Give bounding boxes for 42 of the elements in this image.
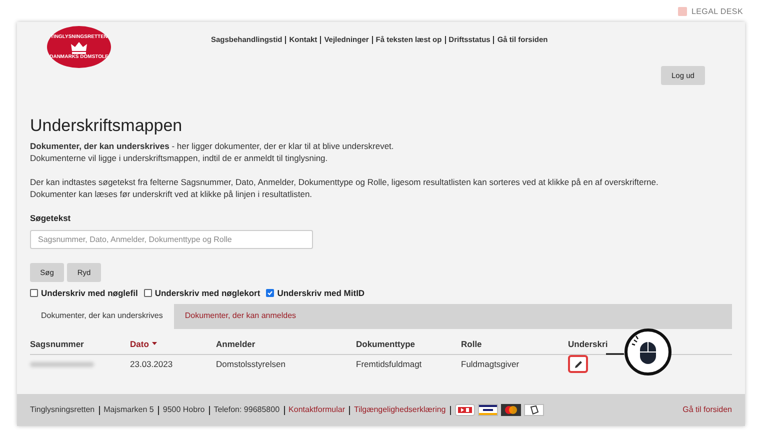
brand-name: LEGAL DESK (691, 6, 743, 18)
table-cell: Domstolsstyrelsen (216, 358, 286, 369)
brand-logo-icon (678, 7, 688, 16)
footer-text: Majsmarken 5 (104, 404, 154, 416)
table-cell: 23.03.2023 (130, 358, 173, 369)
column-header[interactable]: Dato (130, 338, 157, 350)
tab[interactable]: Dokumenter, der kan anmeldes (174, 304, 308, 328)
footer-link[interactable]: Kontaktformular (288, 404, 345, 416)
info-text: Dokumenter, der kan underskrives - her ligger dokumenter, der er klar til at blive underskrevet. (30, 140, 395, 152)
payment-card-icon (454, 404, 475, 416)
column-header[interactable]: Rolle (461, 338, 482, 348)
payment-card-icon (478, 404, 498, 416)
footer-text: Tinglysningsretten (30, 404, 95, 416)
info-text: Dokumenter kan læses før underskrift ved at klikke på linjen i resultatlisten. (30, 188, 314, 200)
footer-link[interactable]: Tilgængelighedserklæring (354, 404, 446, 416)
sign-button[interactable] (568, 355, 588, 374)
tab[interactable]: Dokumenter, der kan underskrives (30, 304, 174, 328)
column-header[interactable]: Anmelder (216, 338, 256, 348)
checkbox-label: Underskriv med nøglekort (154, 286, 260, 300)
checkbox-label: Underskriv med nøglefil (41, 286, 138, 300)
column-header[interactable]: Dokumenttype (356, 338, 416, 348)
column-header[interactable]: Sagsnummer (30, 338, 84, 348)
payment-card-icon (500, 404, 521, 416)
column-header[interactable]: Underskri (568, 338, 608, 348)
checkbox[interactable] (30, 289, 38, 298)
checkbox[interactable] (266, 289, 274, 298)
table-cell: Fremtidsfuldmagt (356, 358, 422, 369)
checkbox[interactable] (144, 289, 152, 298)
sort-caret-icon (152, 342, 157, 346)
crown-icon (70, 40, 88, 54)
pencil-icon (574, 360, 582, 369)
search-field[interactable]: Sagsnummer, Dato, Anmelder, Dokumenttype og Rolle (30, 230, 313, 249)
table-cell: Fuldmagtsgiver (461, 358, 520, 369)
info-text: Dokumenterne vil ligge i underskriftsmappen, indtil de er anmeldt til tinglysning. (30, 152, 329, 164)
checkbox-label: Underskriv med MitID (277, 286, 365, 300)
home-link[interactable]: Gå til forsiden (682, 404, 732, 416)
page-title: Underskriftsmappen (30, 116, 184, 136)
footer-text: Telefon: 99685800 (214, 404, 280, 416)
payment-card-icon (524, 404, 544, 416)
info-text: Der kan indtastes søgetekst fra felterne Sagsnummer, Dato, Anmelder, Dokumenttype og Rolle, ligesom resultatlisten kan sorteres ved at klikke på en af overskrifterne. (30, 176, 660, 188)
footer-text: 9500 Hobro (162, 404, 205, 416)
search-label: Søgetekst (30, 212, 72, 225)
